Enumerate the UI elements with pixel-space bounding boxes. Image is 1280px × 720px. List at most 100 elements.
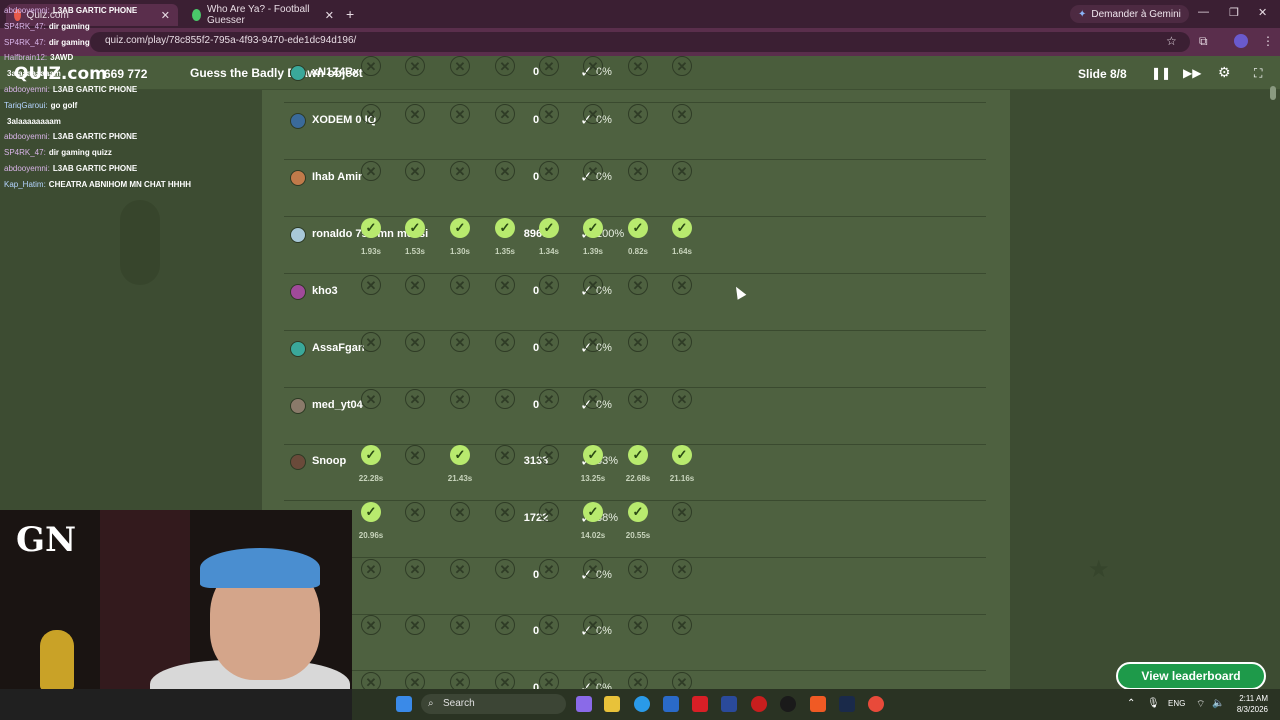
wrong-answer-icon: ✕ [495, 559, 515, 579]
profile-avatar-icon[interactable] [1234, 34, 1248, 48]
player-avatar [290, 398, 306, 414]
minimize-icon[interactable]: — [1198, 6, 1209, 18]
brave-icon[interactable] [810, 696, 826, 712]
wrong-answer-icon: ✕ [405, 559, 425, 579]
correct-answer-icon: ✓ [583, 445, 603, 465]
wrong-answer-icon: ✕ [361, 275, 381, 295]
wrong-answer-icon: ✕ [628, 275, 648, 295]
channel-logo: GN [16, 520, 77, 560]
wrong-answer-icon: ✕ [583, 161, 603, 181]
netflix-icon[interactable] [692, 696, 708, 712]
menu-dots-icon[interactable]: ⋮ [1262, 34, 1274, 48]
chat-username: SP4RK_47: [4, 38, 46, 47]
wrong-answer-icon: ✕ [495, 161, 515, 181]
wrong-answer-icon: ✕ [495, 275, 515, 295]
upwork-icon[interactable] [780, 696, 796, 712]
volume-icon[interactable]: 🔈 [1212, 698, 1224, 709]
scrollbar-thumb[interactable] [1270, 86, 1276, 100]
correct-answer-icon: ✓ [450, 445, 470, 465]
wifi-icon[interactable]: ⌔ [1196, 698, 1205, 711]
url-text[interactable]: quiz.com/play/78c855f2-795a-4f93-9470-ed… [105, 35, 356, 46]
wrong-answer-icon: ✕ [672, 332, 692, 352]
correct-answer-icon: ✓ [361, 502, 381, 522]
wrong-answer-icon: ✕ [495, 445, 515, 465]
wrong-answer-icon: ✕ [361, 161, 381, 181]
skip-forward-icon[interactable]: ▶▶ [1183, 66, 1201, 80]
wrong-answer-icon: ✕ [495, 615, 515, 635]
wrong-answer-icon: ✕ [628, 389, 648, 409]
chat-text: 3alaaaaaaaam [7, 117, 61, 126]
wrong-answer-icon: ✕ [628, 104, 648, 124]
chat-text: L3AB GARTIC PHONE [52, 6, 138, 15]
new-tab-icon[interactable]: + [346, 6, 354, 22]
answer-time: 1.64s [671, 247, 693, 256]
wrong-answer-icon: ✕ [361, 389, 381, 409]
answer-time: 1.93s [360, 247, 382, 256]
answer-time: 1.39s [582, 247, 604, 256]
wrong-answer-icon: ✕ [583, 56, 603, 76]
chat-message: abdooyemni: L3AB GARTIC PHONE [4, 85, 137, 94]
chat-message: TariqGaroui: go golf [4, 101, 77, 110]
player-row: Snoop3133✓63%✓22.28s✕✓21.43s✕✕✓13.25s✓22… [284, 444, 986, 501]
language-indicator[interactable]: ENG [1168, 699, 1185, 708]
chat-username: TariqGaroui: [4, 101, 48, 110]
correct-answer-icon: ✓ [583, 502, 603, 522]
wrong-answer-icon: ✕ [405, 104, 425, 124]
settings-gear-icon[interactable]: ⚙ [1218, 64, 1231, 81]
fullscreen-icon[interactable]: ⛶ [1254, 66, 1262, 81]
tab-close-icon[interactable]: ✕ [161, 9, 170, 22]
answer-time: 20.55s [625, 531, 651, 540]
photoshop-icon[interactable] [721, 696, 737, 712]
gemini-spark-icon: ✦ [1078, 8, 1087, 20]
system-clock[interactable]: 2:11 AM 8/3/2026 [1228, 693, 1268, 715]
steam-icon[interactable] [839, 696, 855, 712]
chat-text: 3alaaaaaaaam [7, 69, 61, 78]
gemini-button[interactable]: ✦ Demander à Gemini [1070, 5, 1189, 23]
wrong-answer-icon: ✕ [361, 332, 381, 352]
answer-time: 1.53s [404, 247, 426, 256]
record-app-icon[interactable] [751, 696, 767, 712]
pause-icon[interactable]: ❚❚ [1151, 66, 1171, 80]
store-icon[interactable] [663, 696, 679, 712]
wrong-answer-icon: ✕ [628, 615, 648, 635]
wrong-answer-icon: ✕ [361, 104, 381, 124]
chat-message: 3alaaaaaaaam [4, 117, 61, 126]
correct-answer-icon: ✓ [628, 218, 648, 238]
chat-text: CHEATRA ABNIHOM MN CHAT HHHH [48, 180, 192, 189]
wrong-answer-icon: ✕ [450, 389, 470, 409]
edge-icon[interactable] [634, 696, 650, 712]
correct-answer-icon: ✓ [361, 218, 381, 238]
chat-username: abdooyemni: [4, 6, 50, 15]
extensions-icon[interactable]: ⧉ [1199, 34, 1208, 49]
windows-start-icon[interactable] [396, 696, 412, 712]
player-row: 0✓0%✕✕✕✕✕✕✕✕ [284, 558, 986, 615]
wrong-answer-icon: ✕ [628, 161, 648, 181]
wrong-answer-icon: ✕ [583, 332, 603, 352]
chrome-icon[interactable] [868, 696, 884, 712]
chat-text: go golf [50, 101, 78, 110]
correct-answer-icon: ✓ [495, 218, 515, 238]
wrong-answer-icon: ✕ [539, 332, 559, 352]
wrong-answer-icon: ✕ [672, 389, 692, 409]
answer-time: 1.30s [449, 247, 471, 256]
tab-close-icon[interactable]: ✕ [325, 9, 334, 22]
microphone-icon[interactable]: 🎙 [1147, 698, 1160, 709]
view-leaderboard-button[interactable]: View leaderboard [1116, 662, 1266, 690]
chat-message: SP4RK_47: dir gaming [4, 38, 90, 47]
player-avatar [290, 284, 306, 300]
taskbar-search-box[interactable]: ⌕ Search [421, 694, 566, 714]
restore-icon[interactable]: ❐ [1229, 6, 1239, 19]
correct-answer-icon: ✓ [672, 218, 692, 238]
bookmark-star-icon[interactable]: ☆ [1166, 34, 1177, 48]
answer-time: 21.16s [669, 474, 695, 483]
close-window-icon[interactable]: ✕ [1258, 6, 1267, 19]
copilot-icon[interactable] [576, 696, 592, 712]
game-pin: 669 772 [104, 67, 148, 81]
tab-football-guesser[interactable]: Who Are Ya? - Football Guesser ✕ [184, 4, 342, 26]
wrong-answer-icon: ✕ [495, 389, 515, 409]
file-explorer-icon[interactable] [604, 696, 620, 712]
tray-chevron-icon[interactable]: ⌃ [1127, 698, 1135, 709]
chat-text: L3AB GARTIC PHONE [52, 164, 138, 173]
chat-message: SP4RK_47: dir gaming [4, 22, 90, 31]
correct-answer-icon: ✓ [450, 218, 470, 238]
